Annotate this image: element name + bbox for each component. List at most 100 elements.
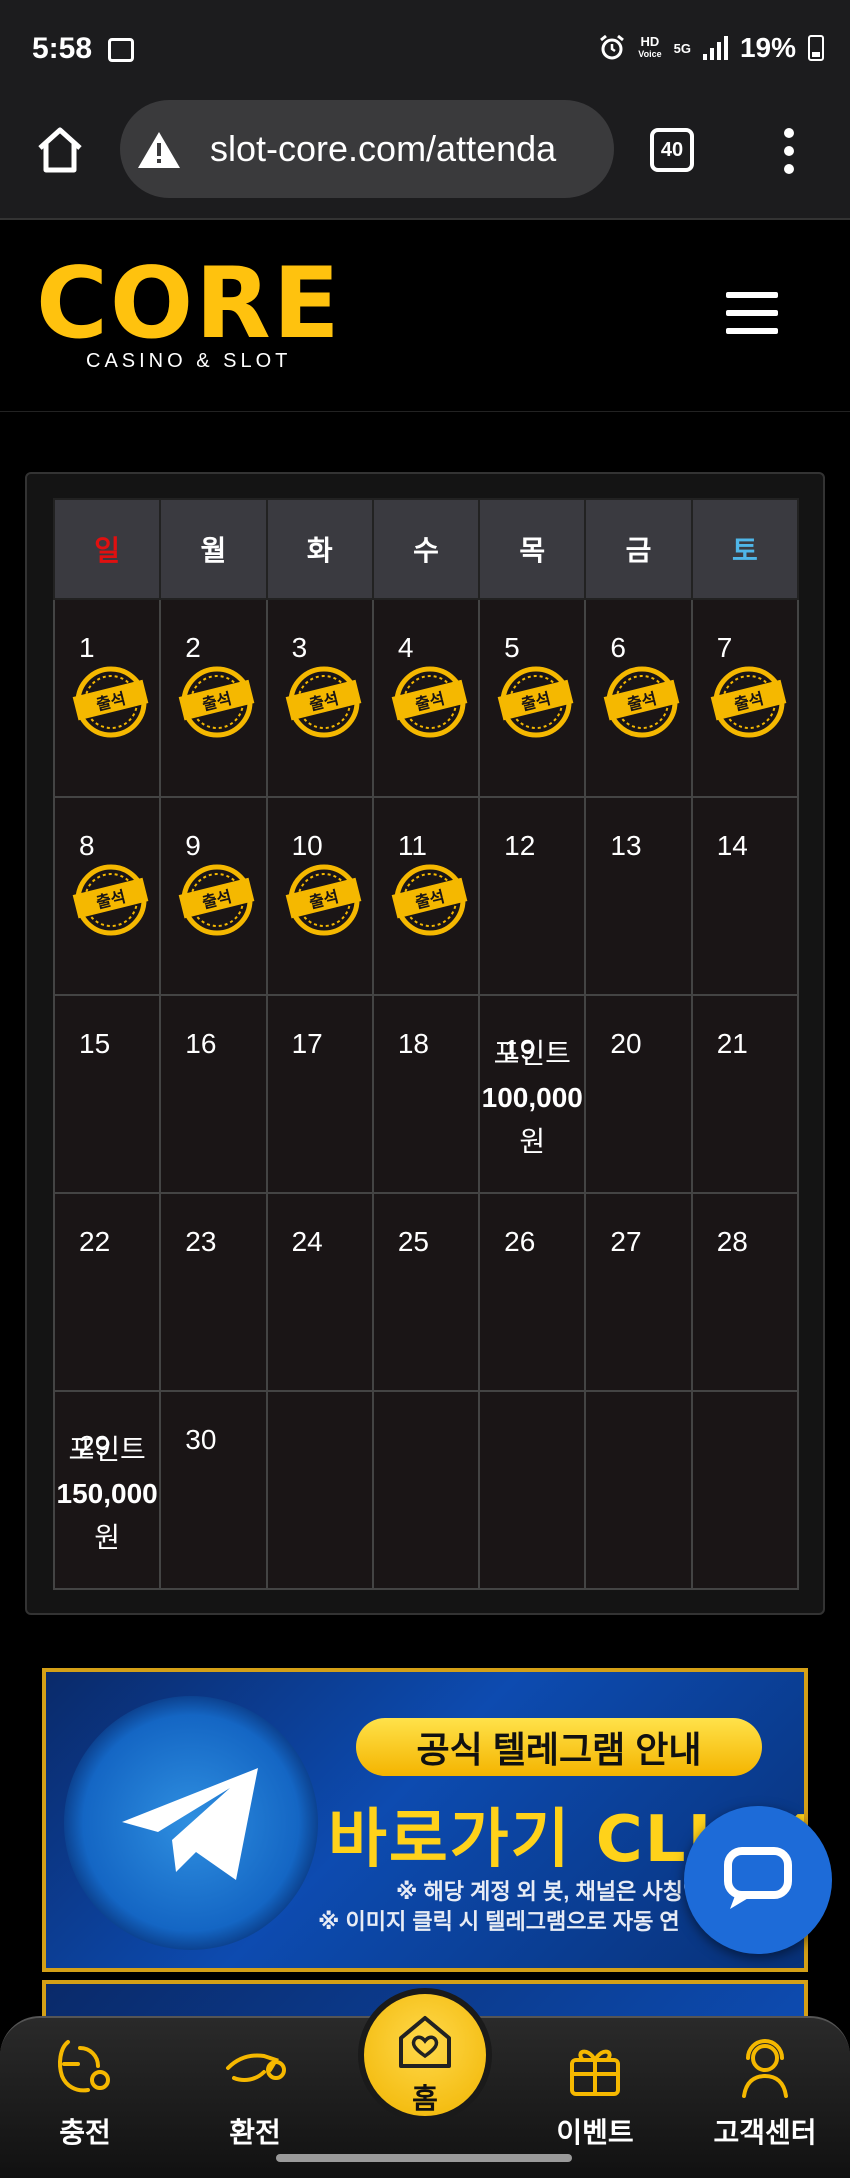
calendar-day-cell[interactable]: 16 bbox=[159, 994, 268, 1194]
calendar-day-cell[interactable]: 3 출석 bbox=[265, 598, 374, 798]
day-number: 18 bbox=[397, 1028, 429, 1059]
weekday-fri: 금 bbox=[584, 498, 693, 600]
calendar-day-cell[interactable]: 26 bbox=[478, 1192, 587, 1392]
day-number: 8 bbox=[79, 830, 95, 861]
calendar-day-cell[interactable]: 15 bbox=[52, 994, 162, 1194]
day-number: 22 bbox=[79, 1226, 111, 1257]
more-menu-icon[interactable] bbox=[784, 128, 796, 174]
gift-icon bbox=[570, 2049, 620, 2096]
day-number: 21 bbox=[716, 1028, 748, 1059]
calendar-day-cell[interactable]: 29 포인트 150,000 원 bbox=[52, 1390, 162, 1590]
calendar-day-cell[interactable]: 20 bbox=[584, 994, 693, 1194]
core-logo[interactable]: CORE CASINO & SLOT bbox=[36, 247, 342, 374]
point-reward: 19 포인트 100,000 원 bbox=[480, 1032, 584, 1164]
nav-support-label: 고객센터 bbox=[713, 2117, 817, 2148]
attendance-stamp-icon: 출석 bbox=[72, 666, 149, 738]
nav-event[interactable]: 이벤트 bbox=[530, 2034, 660, 2151]
nav-withdraw[interactable]: 환전 bbox=[190, 2034, 320, 2151]
calendar-day-cell[interactable]: 2 출석 bbox=[159, 598, 268, 798]
calendar-day-cell[interactable]: 27 bbox=[584, 1192, 693, 1392]
calendar-day-cell[interactable]: 18 bbox=[371, 994, 481, 1194]
day-number: 28 bbox=[716, 1226, 748, 1257]
day-number: 20 bbox=[610, 1028, 642, 1059]
calendar-day-cell[interactable]: 5 출석 bbox=[478, 598, 587, 798]
browser-toolbar: slot-core.com/attenda 40 bbox=[0, 100, 850, 220]
day-number: 1 bbox=[79, 632, 95, 663]
weekday-tue: 화 bbox=[265, 498, 374, 600]
calendar-day-cell[interactable]: 24 bbox=[265, 1192, 374, 1392]
day-number: 23 bbox=[185, 1226, 217, 1257]
warning-icon[interactable] bbox=[136, 130, 182, 170]
weekday-row: 일 월 화 수 목 금 토 bbox=[52, 498, 800, 600]
nav-home[interactable]: 홈 bbox=[358, 1988, 492, 2122]
hamburger-menu-icon[interactable] bbox=[726, 292, 778, 334]
site-header: CORE CASINO & SLOT bbox=[0, 222, 850, 412]
day-number: 16 bbox=[185, 1028, 217, 1059]
calendar-day-cell bbox=[584, 1390, 693, 1590]
calendar-day-cell[interactable]: 7 출석 bbox=[690, 598, 800, 798]
calendar-day-cell[interactable]: 6 출석 bbox=[584, 598, 693, 798]
day-number: 17 bbox=[291, 1028, 323, 1059]
nav-deposit-label: 충전 bbox=[59, 2117, 111, 2148]
day-number: 5 bbox=[504, 632, 520, 663]
attendance-stamp-icon: 출석 bbox=[391, 864, 468, 936]
banner-note-2: ※ 이미지 클릭 시 텔레그램으로 자동 연 bbox=[318, 1909, 680, 1934]
point-unit: 원 bbox=[519, 1126, 546, 1157]
calendar-day-cell[interactable]: 13 bbox=[584, 796, 693, 996]
signal-icon bbox=[702, 36, 728, 60]
network-icon: 5G bbox=[673, 40, 691, 56]
calendar-day-cell[interactable]: 30 bbox=[159, 1390, 268, 1590]
home-icon[interactable] bbox=[34, 124, 86, 176]
calendar-day-cell[interactable]: 22 bbox=[52, 1192, 162, 1392]
calendar-day-cell[interactable]: 28 bbox=[690, 1192, 800, 1392]
battery-percent: 19% bbox=[739, 32, 796, 63]
attendance-calendar: 일 월 화 수 목 금 토 1 출석 2 출석 3 출석 4 출석 5 출석 6 출석 7 출석 8 출석 9 출… bbox=[25, 472, 825, 1615]
logo-subtitle: CASINO & SLOT bbox=[86, 350, 292, 372]
address-bar[interactable]: slot-core.com/attenda bbox=[120, 100, 614, 198]
point-unit: 원 bbox=[94, 1522, 121, 1553]
day-number: 3 bbox=[291, 632, 308, 663]
calendar-day-cell[interactable]: 12 bbox=[478, 796, 587, 996]
nav-support[interactable]: 고객센터 bbox=[700, 2034, 830, 2151]
banner-note-1: ※ 해당 계정 외 봇, 채널은 사칭입 bbox=[396, 1879, 704, 1904]
point-reward: 29 포인트 150,000 원 bbox=[55, 1428, 159, 1560]
logo-wordmark: CORE bbox=[36, 247, 342, 361]
day-number: 25 bbox=[397, 1226, 429, 1257]
home-heart-icon bbox=[399, 2016, 451, 2068]
day-number: 19 bbox=[504, 1034, 536, 1065]
telegram-banner[interactable]: 공식 텔레그램 안내 바로가기 CLICK ※ 해당 계정 외 봇, 채널은 사… bbox=[42, 1668, 808, 1972]
tab-switcher-button[interactable]: 40 bbox=[650, 128, 694, 172]
day-number: 13 bbox=[610, 830, 642, 861]
calendar-day-cell[interactable]: 21 bbox=[690, 994, 800, 1194]
weekday-wed: 수 bbox=[371, 498, 481, 600]
calendar-day-cell[interactable]: 14 bbox=[690, 796, 800, 996]
calendar-day-cell[interactable]: 1 출석 bbox=[52, 598, 162, 798]
calendar-day-cell[interactable]: 23 bbox=[159, 1192, 268, 1392]
live-chat-button[interactable] bbox=[684, 1806, 832, 1954]
deposit-icon bbox=[58, 2040, 110, 2093]
calendar-day-cell[interactable]: 25 bbox=[371, 1192, 481, 1392]
attendance-stamp-icon: 출석 bbox=[285, 864, 361, 936]
weekday-thu: 목 bbox=[478, 498, 587, 600]
day-number: 14 bbox=[716, 830, 748, 861]
status-right: HD Voice 5G 19% bbox=[598, 32, 824, 64]
calendar-day-cell[interactable]: 9 출석 bbox=[159, 796, 268, 996]
calendar-day-cell[interactable]: 4 출석 bbox=[371, 598, 481, 798]
nav-deposit[interactable]: 충전 bbox=[20, 2034, 150, 2151]
calendar-day-cell bbox=[690, 1390, 800, 1590]
calendar-day-cell[interactable]: 10 출석 bbox=[265, 796, 374, 996]
attendance-stamp-icon: 출석 bbox=[497, 666, 574, 738]
weekday-sun: 일 bbox=[52, 498, 162, 600]
attendance-stamp-icon: 출석 bbox=[178, 666, 255, 738]
nav-withdraw-label: 환전 bbox=[229, 2117, 281, 2148]
battery-icon bbox=[808, 35, 824, 61]
calendar-day-cell[interactable]: 19 포인트 100,000 원 bbox=[478, 994, 587, 1194]
calendar-week: 29 포인트 150,000 원 30 bbox=[52, 1390, 800, 1590]
calendar-day-cell[interactable]: 17 bbox=[265, 994, 374, 1194]
attendance-stamp-icon: 출석 bbox=[710, 666, 787, 738]
calendar-day-cell[interactable]: 11 출석 bbox=[371, 796, 481, 996]
calendar-day-cell[interactable]: 8 출석 bbox=[52, 796, 162, 996]
gesture-bar bbox=[276, 2154, 572, 2162]
status-time: 5:58 bbox=[32, 32, 93, 65]
hd-voice-icon: HD Voice bbox=[638, 34, 662, 59]
